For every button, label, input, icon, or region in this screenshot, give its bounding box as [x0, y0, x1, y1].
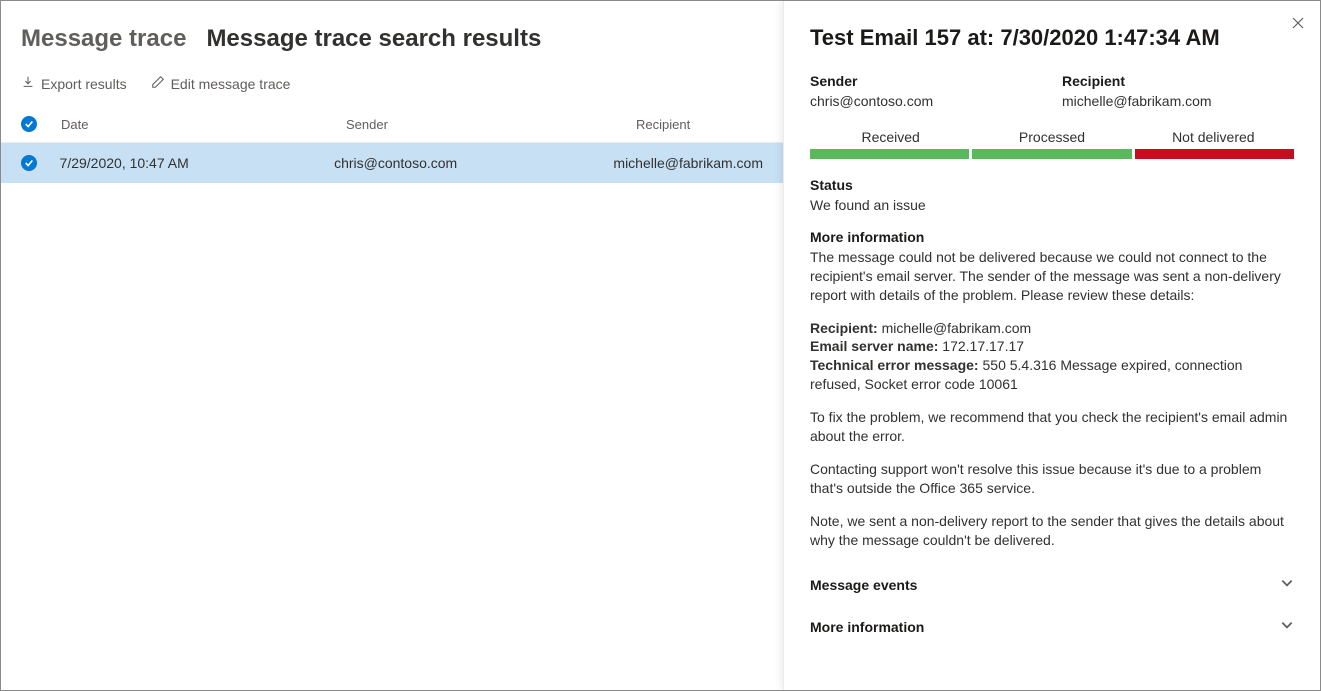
recipient-value: michelle@fabrikam.com	[1062, 93, 1294, 109]
toolbar: Export results Edit message trace	[1, 71, 783, 106]
export-results-button[interactable]: Export results	[21, 75, 127, 92]
chevron-down-icon	[1280, 618, 1294, 635]
app-window: Message trace Message trace search resul…	[0, 0, 1321, 691]
select-all-checkbox[interactable]	[21, 116, 37, 132]
table-row[interactable]: 7/29/2020, 10:47 AM chris@contoso.com mi…	[1, 143, 783, 183]
detail-title: Test Email 157 at: 7/30/2020 1:47:34 AM	[810, 25, 1294, 51]
support-advice: Contacting support won't resolve this is…	[810, 460, 1294, 498]
export-results-label: Export results	[41, 76, 127, 92]
status-value: We found an issue	[810, 196, 1294, 215]
detail-tech-label: Technical error message:	[810, 357, 979, 373]
detail-server-label: Email server name:	[810, 338, 938, 354]
ndr-note: Note, we sent a non-delivery report to t…	[810, 512, 1294, 550]
chevron-down-icon	[1280, 576, 1294, 593]
stage-processed-bar	[972, 149, 1131, 159]
delivery-stages: Received Processed Not delivered	[810, 129, 1294, 159]
stage-received-label: Received	[810, 129, 971, 149]
breadcrumb-current: Message trace search results	[206, 25, 541, 53]
more-information-2-heading: More information	[810, 619, 924, 635]
main-panel: Message trace Message trace search resul…	[1, 1, 783, 690]
row-date: 7/29/2020, 10:47 AM	[60, 155, 335, 171]
column-header-sender[interactable]: Sender	[346, 117, 636, 132]
detail-server-value: 172.17.17.17	[942, 338, 1024, 354]
fix-advice: To fix the problem, we recommend that yo…	[810, 408, 1294, 446]
status-section: Status We found an issue	[810, 177, 1294, 215]
stage-notdelivered-bar	[1135, 149, 1294, 159]
close-button[interactable]	[1290, 15, 1306, 34]
more-information-expander[interactable]: More information	[810, 605, 1294, 647]
recipient-label: Recipient	[1062, 73, 1294, 89]
detail-recipient-label: Recipient:	[810, 320, 878, 336]
detail-panel: Test Email 157 at: 7/30/2020 1:47:34 AM …	[783, 1, 1320, 690]
sender-label: Sender	[810, 73, 1042, 89]
message-events-expander[interactable]: Message events	[810, 563, 1294, 605]
stage-notdelivered-label: Not delivered	[1133, 129, 1294, 149]
status-heading: Status	[810, 177, 1294, 193]
detail-recipient-value: michelle@fabrikam.com	[882, 320, 1032, 336]
row-sender: chris@contoso.com	[334, 155, 613, 171]
pencil-icon	[151, 75, 165, 92]
stage-processed-label: Processed	[971, 129, 1132, 149]
sender-value: chris@contoso.com	[810, 93, 1042, 109]
table-header: Date Sender Recipient	[1, 106, 783, 143]
more-information-section: More information The message could not b…	[810, 229, 1294, 305]
download-icon	[21, 75, 35, 92]
row-recipient: michelle@fabrikam.com	[613, 155, 763, 171]
stage-received-bar	[810, 149, 969, 159]
more-information-heading: More information	[810, 229, 1294, 245]
more-information-body: The message could not be delivered becau…	[810, 248, 1294, 305]
edit-message-trace-button[interactable]: Edit message trace	[151, 75, 291, 92]
edit-message-trace-label: Edit message trace	[171, 76, 291, 92]
column-header-recipient[interactable]: Recipient	[636, 117, 763, 132]
support-advice-text: Contacting support won't resolve this is…	[810, 460, 1294, 498]
breadcrumb-root[interactable]: Message trace	[21, 25, 186, 53]
fix-advice-text: To fix the problem, we recommend that yo…	[810, 408, 1294, 446]
sender-recipient-block: Sender chris@contoso.com Recipient miche…	[810, 73, 1294, 109]
ndr-note-text: Note, we sent a non-delivery report to t…	[810, 512, 1294, 550]
message-events-heading: Message events	[810, 577, 917, 593]
column-header-date[interactable]: Date	[61, 117, 346, 132]
breadcrumb: Message trace Message trace search resul…	[1, 13, 783, 71]
row-checkbox[interactable]	[21, 155, 37, 171]
error-details-section: Recipient: michelle@fabrikam.com Email s…	[810, 319, 1294, 395]
